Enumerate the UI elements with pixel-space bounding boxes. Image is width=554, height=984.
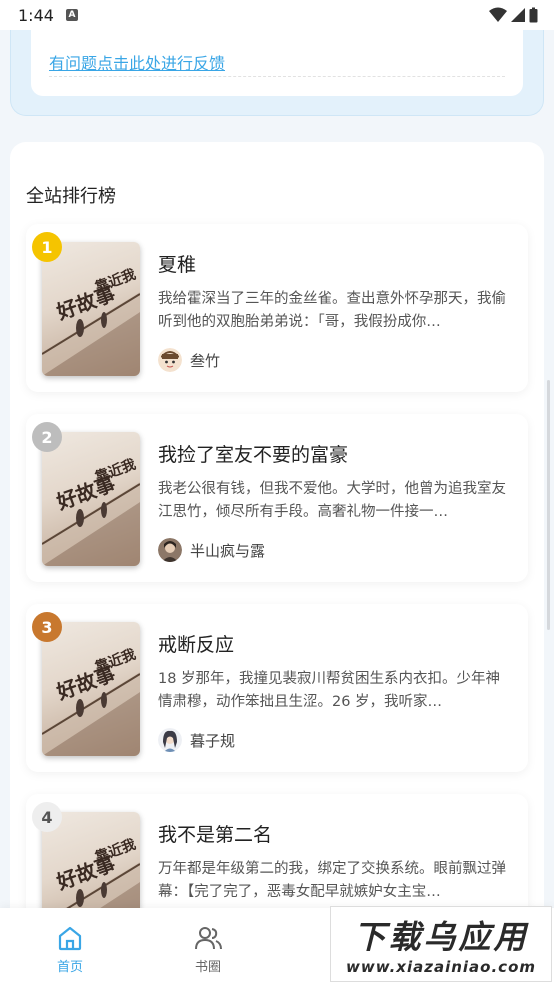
photo-avatar-icon (158, 538, 182, 562)
signal-icon (511, 8, 525, 22)
author-name: 暮子规 (190, 731, 236, 750)
author[interactable]: 半山疯与露 (158, 538, 265, 562)
nav-home-label: 首页 (56, 960, 83, 975)
status-time: 1:44 (18, 5, 54, 25)
scrollbar[interactable] (547, 380, 550, 630)
feedback-inner: 有问题点击此处进行反馈 (31, 30, 523, 96)
book-card[interactable]: 1 好故事 靠近我 夏稚 我给霍深当了三年的金丝雀。查出意外怀孕那天，我偷听到他… (26, 224, 528, 392)
book-title: 我捡了室友不要的富豪 (158, 444, 349, 466)
rank-badge: 3 (32, 612, 62, 642)
ranking-title: 全站排行榜 (26, 186, 116, 207)
book-title: 夏稚 (158, 254, 197, 276)
book-description: 万年都是年级第二的我，绑定了交换系统。眼前飘过弹幕：【完了完了，恶毒女配早就嫉妒… (158, 861, 506, 900)
cover-art: 好故事 靠近我 (42, 646, 140, 756)
svg-text:靠近我: 靠近我 (93, 456, 138, 485)
watermark-url: www.xiazainiao.com (345, 958, 537, 976)
feedback-link[interactable]: 有问题点击此处进行反馈 (49, 50, 225, 74)
watermark-logo: 下载乌应用 www.xiazainiao.com (330, 906, 552, 982)
svg-text:靠近我: 靠近我 (93, 646, 138, 675)
book-card[interactable]: 3 好故事 靠近我 戒断反应 18 岁那年，我撞见裴寂川帮贫困生系内衣扣。少年神… (26, 604, 528, 772)
nav-book-circle[interactable]: 书圈 (178, 924, 238, 975)
cover-art: 好故事 靠近我 (42, 456, 140, 566)
cartoon-avatar-icon (158, 348, 182, 372)
people-icon (195, 927, 222, 950)
rank-badge: 1 (32, 232, 62, 262)
nav-book-circle-label: 书圈 (194, 960, 221, 975)
divider (49, 76, 505, 77)
cover-art: 好故事 靠近我 (42, 266, 140, 376)
author-name: 半山疯与露 (190, 541, 266, 560)
home-icon (58, 926, 82, 951)
book-cover[interactable]: 好故事 靠近我 (42, 242, 140, 376)
svg-text:靠近我: 靠近我 (93, 266, 138, 295)
illustrated-avatar-icon (158, 728, 182, 752)
book-description: 我给霍深当了三年的金丝雀。查出意外怀孕那天，我偷听到他的双胞胎弟弟说：「哥，我假… (158, 291, 506, 330)
book-title: 戒断反应 (158, 634, 235, 656)
book-cover[interactable]: 好故事 靠近我 (42, 622, 140, 756)
feedback-card: 有问题点击此处进行反馈 (10, 30, 544, 116)
author[interactable]: 暮子规 (158, 728, 235, 752)
status-bar: 1:44 A (0, 0, 554, 30)
status-icons (489, 7, 538, 23)
watermark-title: 下载乌应用 (353, 918, 529, 956)
book-title: 我不是第二名 (158, 824, 273, 846)
rank-badge: 4 (32, 802, 62, 832)
rank-badge: 2 (32, 422, 62, 452)
wifi-icon (489, 7, 507, 22)
a-notification-icon: A (65, 9, 78, 21)
book-card[interactable]: 2 好故事 靠近我 我捡了室友不要的富豪 我老公很有钱，但我不爱他。大学时，他曾… (26, 414, 528, 582)
ranking-panel: 全站排行榜 1 好故事 靠近我 夏稚 我给霍深当了三年的金丝雀。查出意外怀孕那天… (10, 142, 544, 984)
nav-home[interactable]: 首页 (40, 924, 100, 975)
book-description: 18 岁那年，我撞见裴寂川帮贫困生系内衣扣。少年神情肃穆，动作笨拙且生涩。26 … (158, 671, 501, 710)
battery-icon (529, 7, 538, 23)
svg-text:靠近我: 靠近我 (93, 836, 138, 865)
book-cover[interactable]: 好故事 靠近我 (42, 432, 140, 566)
author-name: 叁竹 (190, 351, 221, 370)
book-description: 我老公很有钱，但我不爱他。大学时，他曾为追我室友江思竹，倾尽所有手段。高奢礼物一… (158, 481, 506, 520)
author[interactable]: 叁竹 (158, 348, 220, 372)
